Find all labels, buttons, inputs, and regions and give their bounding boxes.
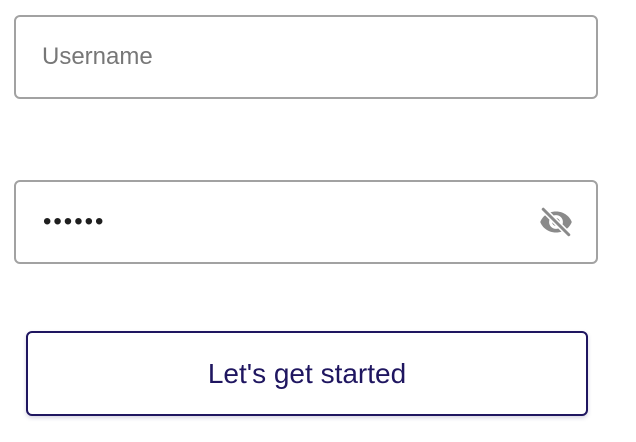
login-form: •••••• Let's get started xyxy=(0,0,636,442)
get-started-button[interactable]: Let's get started xyxy=(26,331,588,416)
password-input[interactable] xyxy=(16,182,596,262)
username-field-wrapper xyxy=(14,15,598,99)
password-field-wrapper: •••••• xyxy=(14,180,598,264)
username-input[interactable] xyxy=(16,17,596,97)
toggle-password-visibility-button[interactable] xyxy=(536,202,576,242)
eye-slash-icon xyxy=(540,206,572,238)
